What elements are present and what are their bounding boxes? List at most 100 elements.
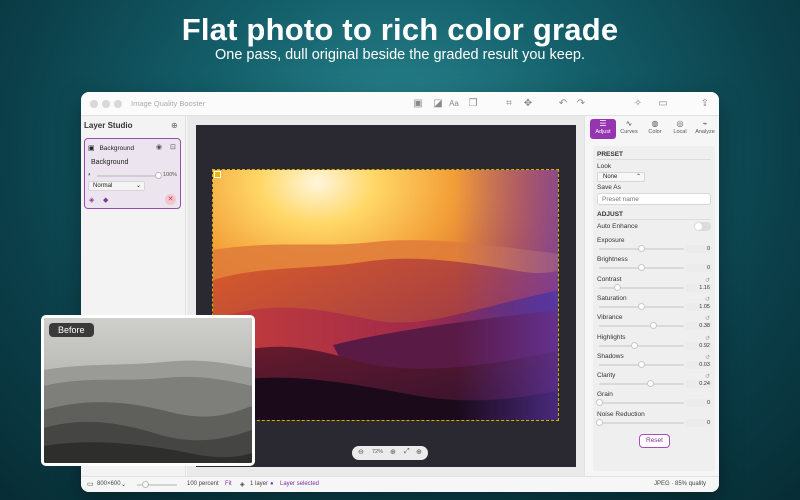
adjust-icon[interactable]: ◪ bbox=[431, 97, 445, 111]
slider-knob[interactable] bbox=[646, 380, 654, 388]
auto-enhance-toggle[interactable] bbox=[694, 222, 711, 231]
zoom-level: 72% bbox=[372, 449, 384, 455]
reset-slider-icon[interactable]: ↺ bbox=[705, 373, 710, 380]
reset-slider-icon[interactable]: ↺ bbox=[705, 335, 710, 342]
copy-icon[interactable]: ❐ bbox=[466, 97, 480, 111]
slider-knob[interactable] bbox=[595, 399, 603, 407]
redo-icon[interactable]: ↷ bbox=[574, 97, 588, 111]
slider-track[interactable] bbox=[599, 302, 684, 310]
tab-adjust[interactable]: ☰ Adjust bbox=[590, 119, 616, 139]
slider-track[interactable] bbox=[599, 380, 684, 388]
opacity-slider-knob[interactable] bbox=[155, 172, 162, 179]
display-icon[interactable]: ▭ bbox=[656, 97, 670, 111]
slider-label: Brightness bbox=[597, 256, 628, 264]
selection-handle[interactable] bbox=[214, 171, 221, 178]
actual-size-icon[interactable]: ⊕ bbox=[416, 448, 422, 456]
zoom-window-button[interactable] bbox=[114, 100, 122, 108]
fit-screen-icon[interactable]: ⤢ bbox=[404, 448, 410, 456]
layers-stack-icon[interactable]: ◈ bbox=[89, 196, 94, 204]
reset-slider-icon[interactable]: ↺ bbox=[705, 296, 710, 303]
reset-button[interactable]: Reset bbox=[639, 434, 670, 448]
slider-track[interactable] bbox=[599, 245, 684, 252]
slider-label: Contrast bbox=[597, 275, 622, 283]
fit-button[interactable]: Fit bbox=[225, 481, 232, 487]
tab-local[interactable]: ◎ Local bbox=[667, 119, 693, 139]
move-icon[interactable]: ✥ bbox=[521, 97, 535, 111]
image-icon[interactable]: ▣ bbox=[411, 97, 425, 111]
graded-photo[interactable] bbox=[212, 169, 559, 421]
reset-slider-icon[interactable]: ↺ bbox=[705, 277, 710, 284]
preset-name-input[interactable] bbox=[597, 193, 711, 205]
close-window-button[interactable] bbox=[90, 100, 98, 108]
graded-landscape-image bbox=[213, 170, 558, 420]
original-landscape-image bbox=[44, 318, 252, 463]
slider-track[interactable] bbox=[599, 283, 684, 291]
opacity-value: 100% bbox=[163, 172, 178, 178]
slider-value[interactable]: 0 bbox=[685, 399, 712, 408]
magic-wand-icon[interactable]: ✧ bbox=[631, 97, 645, 111]
slider-value[interactable]: 1.16 bbox=[685, 283, 712, 292]
reset-slider-icon[interactable]: ↺ bbox=[705, 354, 710, 361]
blend-mode-select[interactable]: Normal ⌄ bbox=[88, 181, 145, 191]
target-icon: ◎ bbox=[676, 119, 684, 128]
slider-label: Saturation bbox=[597, 294, 627, 302]
lock-icon[interactable]: ⊡ bbox=[170, 143, 176, 151]
title-bar: Image Quality Booster ▣ ◪ Aa ❐ ⌗ ✥ ↶ ↷ ✧… bbox=[81, 92, 719, 116]
slider-track[interactable] bbox=[599, 264, 684, 272]
opacity-slider[interactable] bbox=[97, 172, 162, 179]
slider-knob[interactable] bbox=[638, 302, 645, 310]
slider-knob[interactable] bbox=[638, 245, 645, 252]
slider-value[interactable]: 0.92 bbox=[685, 341, 712, 350]
layer-name: Background bbox=[99, 145, 135, 152]
before-preview: Before bbox=[41, 315, 255, 466]
layers-count: 1 layer bbox=[250, 481, 269, 487]
selection-status: Layer selected bbox=[280, 481, 320, 487]
slider-value[interactable]: 0.03 bbox=[685, 360, 712, 369]
auto-enhance-label: Auto Enhance bbox=[597, 223, 638, 230]
chevron-icon: ⌃ bbox=[635, 174, 641, 180]
slider-track[interactable] bbox=[599, 322, 684, 330]
merge-icon[interactable]: ◆ bbox=[103, 196, 108, 204]
visibility-eye-icon[interactable]: ◉ bbox=[156, 143, 162, 151]
chevron-down-icon[interactable]: ⌄ bbox=[121, 481, 126, 488]
add-layer-icon[interactable]: ⊕ bbox=[171, 121, 178, 130]
tab-analyze[interactable]: ⌁ Analyze bbox=[692, 119, 718, 139]
layer-item[interactable]: ▣ Background ◉ ⊡ Background ◐ 100% Norma… bbox=[84, 138, 181, 209]
adjust-header: ADJUST bbox=[597, 211, 624, 218]
export-format: JPEG · 85% quality bbox=[654, 481, 707, 487]
zoom-percent: 100 percent bbox=[187, 481, 219, 487]
zoom-slider-knob[interactable] bbox=[142, 481, 149, 488]
slider-value[interactable]: 0 bbox=[685, 264, 712, 273]
slider-knob[interactable] bbox=[631, 341, 639, 349]
slider-track[interactable] bbox=[595, 418, 684, 426]
slider-track[interactable] bbox=[599, 341, 684, 349]
undo-icon[interactable]: ↶ bbox=[556, 97, 570, 111]
tab-curves[interactable]: ∿ Curves bbox=[616, 119, 642, 139]
layer-name-field[interactable]: Background bbox=[88, 157, 177, 169]
share-icon[interactable]: ⇪ bbox=[698, 97, 712, 111]
slider-knob[interactable] bbox=[595, 418, 603, 426]
zoom-out-icon[interactable]: ⊖ bbox=[358, 448, 364, 456]
slider-knob[interactable] bbox=[614, 283, 622, 291]
minimize-window-button[interactable] bbox=[102, 100, 110, 108]
slider-value[interactable]: 0 bbox=[685, 418, 712, 427]
zoom-in-icon[interactable]: ⊕ bbox=[390, 448, 396, 456]
slider-value[interactable]: 1.05 bbox=[685, 302, 712, 311]
slider-value[interactable]: 0.38 bbox=[685, 322, 712, 331]
reset-slider-icon[interactable]: ↺ bbox=[705, 315, 710, 322]
tab-color[interactable]: ◍ Color bbox=[642, 119, 668, 139]
canvas-size[interactable]: 800×600 bbox=[97, 481, 121, 487]
crop-icon[interactable]: ⌗ bbox=[502, 97, 516, 111]
zoom-slider[interactable] bbox=[137, 481, 177, 488]
status-bar: ▭ 800×600 ⌄ 100 percent Fit ◈ 1 layer ● … bbox=[81, 476, 719, 492]
slider-label: Exposure bbox=[597, 237, 625, 244]
slider-label: Highlights bbox=[597, 333, 626, 341]
slider-track[interactable] bbox=[599, 360, 684, 368]
text-icon[interactable]: Aa bbox=[447, 97, 461, 111]
slider-value[interactable]: 0 bbox=[685, 245, 712, 253]
slider-label: Grain bbox=[597, 391, 613, 399]
slider-knob[interactable] bbox=[638, 360, 645, 368]
slider-value[interactable]: 0.24 bbox=[685, 380, 712, 389]
delete-layer-icon[interactable]: ✕ bbox=[165, 194, 176, 205]
look-select[interactable]: None ⌃ bbox=[597, 172, 645, 182]
